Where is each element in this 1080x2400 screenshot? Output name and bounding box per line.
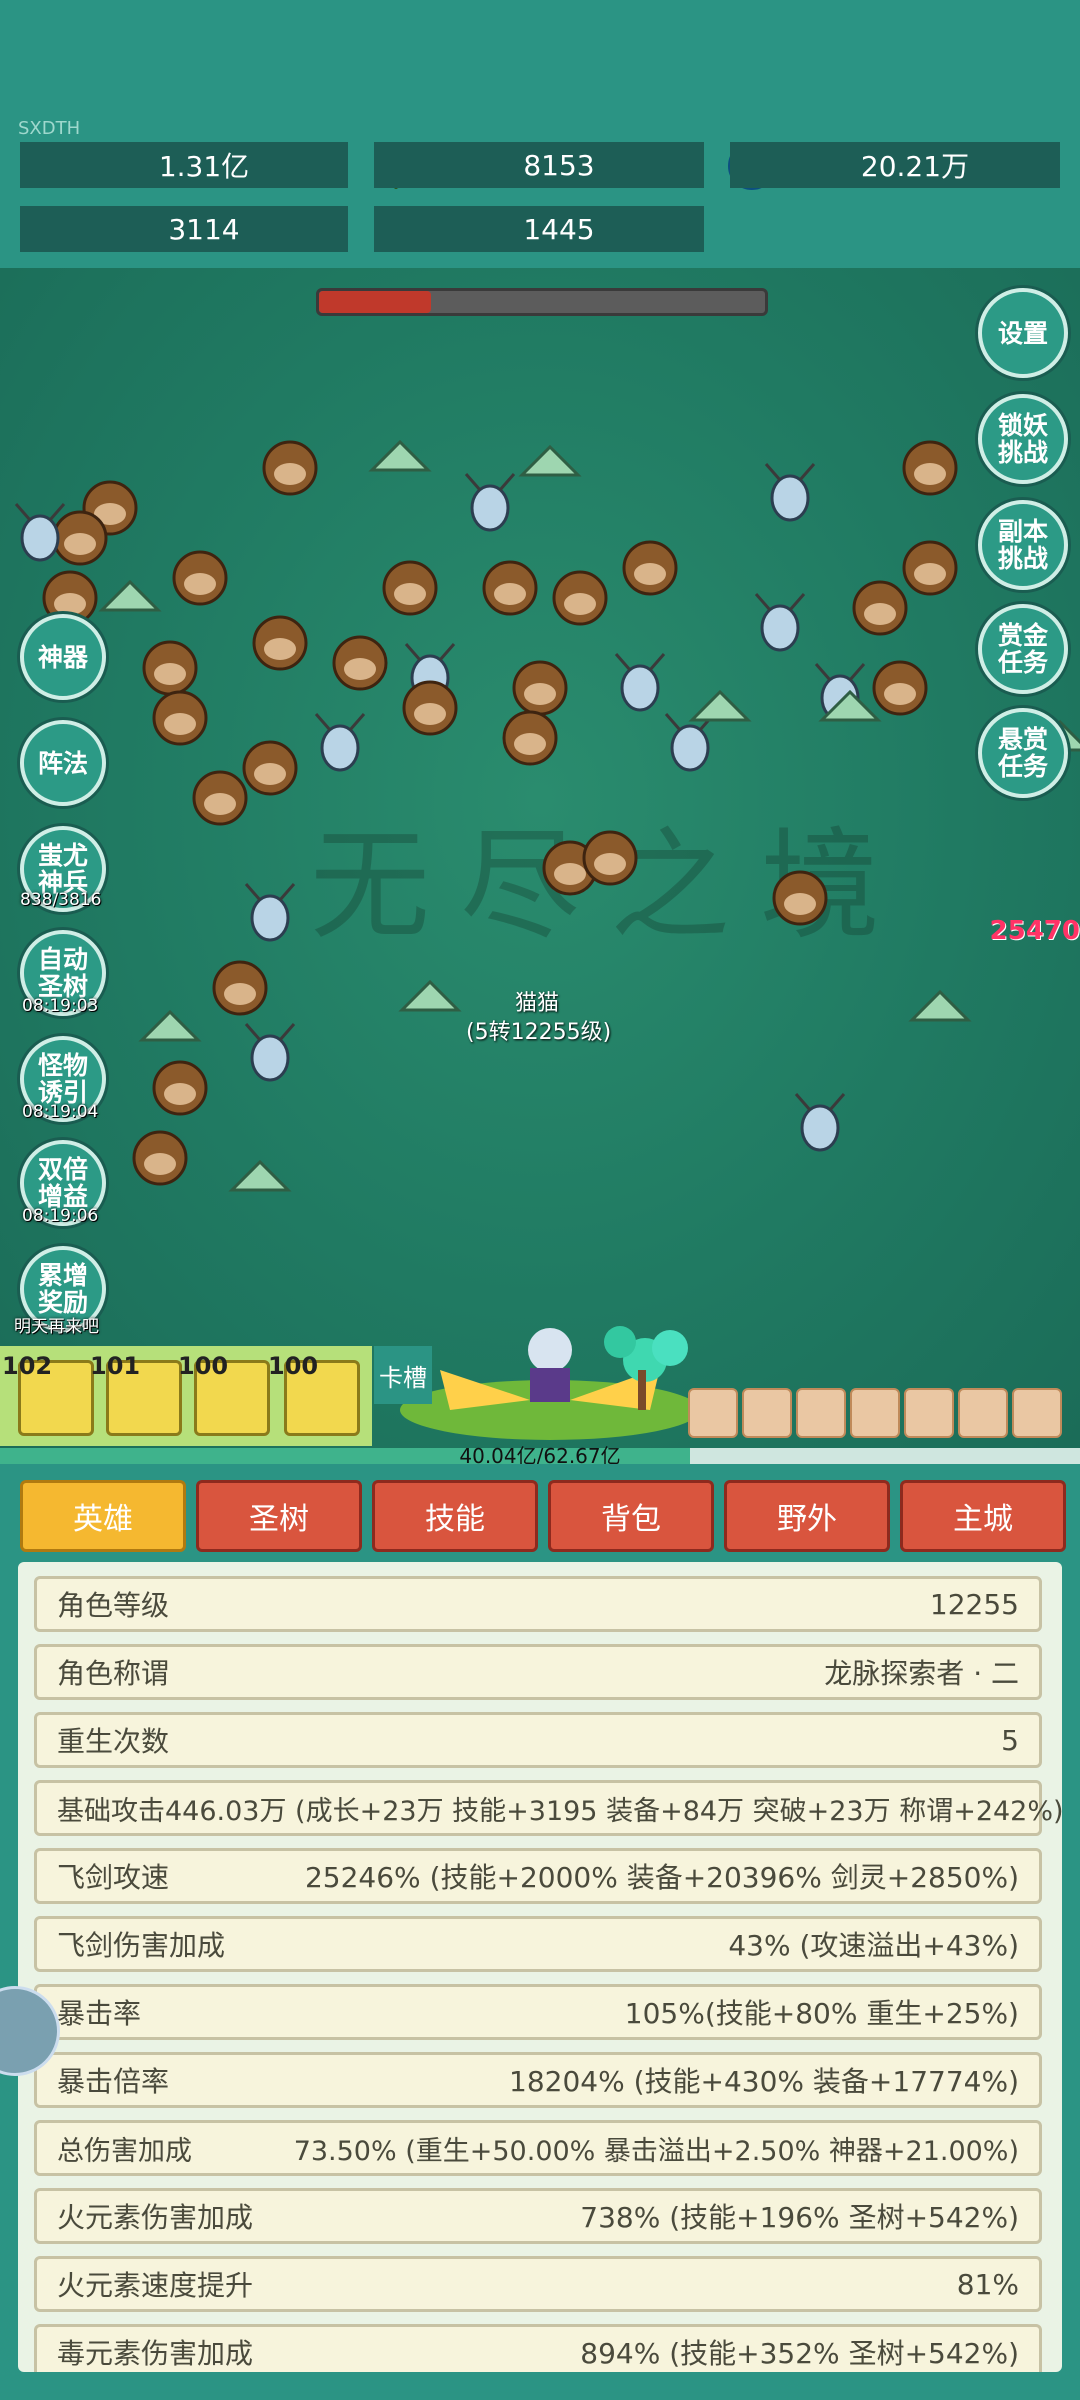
horned-beast-enemy xyxy=(902,440,958,496)
cumulative-reward-status: 明天再来吧 xyxy=(14,1317,99,1337)
demon-challenge-button[interactable]: 锁妖 挑战 xyxy=(978,394,1068,484)
horned-beast-enemy xyxy=(192,770,248,826)
horned-beast-enemy xyxy=(132,1130,188,1186)
equip-level: 102 xyxy=(2,1352,53,1380)
antler-ghost-enemy xyxy=(244,883,296,942)
horned-beast-enemy xyxy=(212,960,268,1016)
card-slot-button[interactable]: 卡槽 xyxy=(374,1346,432,1404)
horned-beast-enemy xyxy=(242,740,298,796)
horned-beast-enemy xyxy=(902,540,958,596)
stat-row: 毒元素伤害加成 894% (技能+352% 圣树+542%) xyxy=(34,2324,1042,2372)
skill-slot[interactable] xyxy=(796,1388,846,1438)
stat-row: 重生次数 5 xyxy=(34,1712,1042,1768)
stat-row: 基础攻击446.03万 (成长+23万 技能+3195 装备+84万 突破+23… xyxy=(34,1780,1062,1836)
antler-ghost-enemy xyxy=(664,713,716,772)
horned-beast-enemy xyxy=(502,710,558,766)
double-buff-timer: 08:19:06 xyxy=(22,1206,99,1226)
skill-slot[interactable] xyxy=(1012,1388,1062,1438)
horned-beast-enemy xyxy=(872,660,928,716)
resource-value: 20.21万 xyxy=(730,142,1060,188)
horned-beast-enemy xyxy=(52,510,108,566)
stat-row: 暴击率 105%(技能+80% 重生+25%) xyxy=(34,1984,1042,2040)
equip-level: 101 xyxy=(90,1352,141,1380)
skill-slot[interactable] xyxy=(850,1388,900,1438)
stat-row: 飞剑攻速 25246% (技能+2000% 装备+20396% 剑灵+2850%) xyxy=(34,1848,1042,1904)
tab-sacred-tree[interactable]: 圣树 xyxy=(196,1480,362,1552)
skill-slot[interactable] xyxy=(958,1388,1008,1438)
horned-beast-enemy xyxy=(332,635,388,691)
horned-beast-enemy xyxy=(772,870,828,926)
equip-level: 100 xyxy=(268,1352,319,1380)
horned-beast-enemy xyxy=(382,560,438,616)
tab-hero[interactable]: 英雄 xyxy=(20,1480,186,1552)
chiyou-progress: 838/3816 xyxy=(20,890,102,910)
stat-row: 火元素伤害加成 738% (技能+196% 圣树+542%) xyxy=(34,2188,1042,2244)
resource-value: 3114 xyxy=(20,206,348,252)
resource-value: 8153 xyxy=(374,142,704,188)
skill-slot[interactable] xyxy=(904,1388,954,1438)
horned-beast-enemy xyxy=(852,580,908,636)
watermark-text: SXDTH xyxy=(18,118,81,139)
antler-ghost-enemy xyxy=(314,713,366,772)
mound-enemy xyxy=(98,579,162,612)
stat-row: 飞剑伤害加成 43% (攻速溢出+43%) xyxy=(34,1916,1042,1972)
stat-row: 暴击倍率 18204% (技能+430% 装备+17774%) xyxy=(34,2052,1042,2108)
horned-beast-enemy xyxy=(482,560,538,616)
horned-beast-enemy xyxy=(512,660,568,716)
mound-enemy xyxy=(368,439,432,472)
antler-ghost-enemy xyxy=(764,463,816,522)
horned-beast-enemy xyxy=(152,690,208,746)
mound-enemy xyxy=(908,989,972,1022)
dungeon-challenge-button[interactable]: 副本 挑战 xyxy=(978,500,1068,590)
antler-ghost-enemy xyxy=(754,593,806,652)
antler-ghost-enemy xyxy=(464,473,516,532)
stat-row: 角色等级 12255 xyxy=(34,1576,1042,1632)
stat-row: 总伤害加成 73.50% (重生+50.00% 暴击溢出+2.50% 神器+21.… xyxy=(34,2120,1042,2176)
resource-value: 1445 xyxy=(374,206,704,252)
tab-main-city[interactable]: 主城 xyxy=(900,1480,1066,1552)
antler-ghost-enemy xyxy=(794,1093,846,1152)
horned-beast-enemy xyxy=(142,640,198,696)
resource-value: 1.31亿 xyxy=(20,142,348,188)
horned-beast-enemy xyxy=(152,1060,208,1116)
tab-wild[interactable]: 野外 xyxy=(724,1480,890,1552)
mound-enemy xyxy=(398,979,462,1012)
antler-ghost-enemy xyxy=(244,1023,296,1082)
auto-tree-timer: 08:19:03 xyxy=(22,996,99,1016)
horned-beast-enemy xyxy=(262,440,318,496)
mound-enemy xyxy=(138,1009,202,1042)
stats-panel: 角色等级 12255 角色称谓 龙脉探索者 · 二 重生次数 5 基础攻击446.03… xyxy=(18,1562,1062,2372)
skill-slot[interactable] xyxy=(742,1388,792,1438)
tab-backpack[interactable]: 背包 xyxy=(548,1480,714,1552)
formation-button[interactable]: 阵法 xyxy=(20,720,106,806)
stat-row: 角色称谓 龙脉探索者 · 二 xyxy=(34,1644,1042,1700)
stat-row: 火元素速度提升 81% xyxy=(34,2256,1042,2312)
enemy-layer xyxy=(14,439,1080,1192)
horned-beast-enemy xyxy=(252,615,308,671)
mound-enemy xyxy=(518,444,582,477)
horned-beast-enemy xyxy=(552,570,608,626)
mound-enemy xyxy=(688,689,752,722)
horned-beast-enemy xyxy=(582,830,638,886)
horned-beast-enemy xyxy=(622,540,678,596)
antler-ghost-enemy xyxy=(614,653,666,712)
equip-level: 100 xyxy=(178,1352,229,1380)
reward-task-button[interactable]: 悬赏 任务 xyxy=(978,708,1068,798)
horned-beast-enemy xyxy=(402,680,458,736)
mound-enemy xyxy=(228,1159,292,1192)
hero-level: (5转12255级) xyxy=(466,1020,612,1045)
horned-beast-enemy xyxy=(172,550,228,606)
bounty-task-button[interactable]: 赏金 任务 xyxy=(978,604,1068,694)
skill-slot[interactable] xyxy=(688,1388,738,1438)
hero-name: 猫猫 xyxy=(515,991,560,1016)
monster-lure-timer: 08:19:04 xyxy=(22,1102,99,1122)
settings-button[interactable]: 设置 xyxy=(978,288,1068,378)
artifact-button[interactable]: 神器 xyxy=(20,614,106,700)
damage-number: 25470 xyxy=(989,916,1080,946)
game-field[interactable]: 无尽之境 xyxy=(0,268,1080,1448)
tab-skills[interactable]: 技能 xyxy=(372,1480,538,1552)
